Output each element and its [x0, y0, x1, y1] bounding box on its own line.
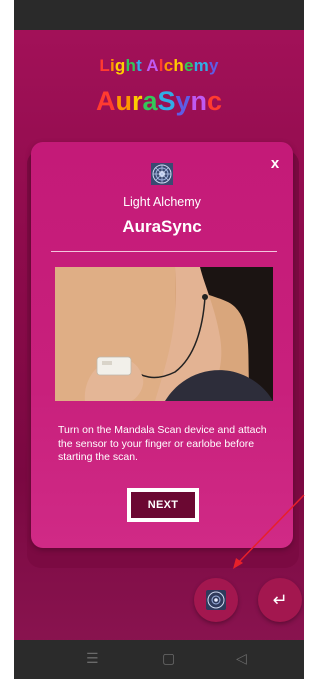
card-title: AuraSync [122, 217, 202, 236]
status-bar [14, 0, 304, 30]
app-screen: Light Alchemy AuraSync x Light Alchemy A… [14, 0, 304, 679]
brand-title: AuraSync [95, 86, 223, 116]
system-nav-bar: ☰ ▢ ◁ [14, 640, 304, 679]
menu-icon[interactable]: ☰ [86, 650, 99, 667]
next-button-label: NEXT [131, 492, 195, 518]
return-icon: ↵ [272, 589, 288, 610]
close-button[interactable]: x [264, 153, 286, 175]
home-icon[interactable]: ▢ [162, 650, 175, 667]
back-triangle-icon[interactable]: ◁ [236, 650, 247, 667]
card-subtitle: Light Alchemy [123, 195, 201, 209]
device-photo [55, 267, 273, 401]
mandala-scan-button[interactable] [194, 578, 238, 622]
next-button[interactable]: NEXT [127, 488, 199, 522]
instruction-text: Turn on the Mandala Scan device and atta… [58, 424, 267, 463]
mandala-icon [151, 163, 173, 185]
mandala-icon [206, 590, 226, 610]
brand-small: Light Alchemy [99, 56, 219, 75]
divider [51, 251, 277, 252]
return-button[interactable]: ↵ [258, 578, 302, 622]
